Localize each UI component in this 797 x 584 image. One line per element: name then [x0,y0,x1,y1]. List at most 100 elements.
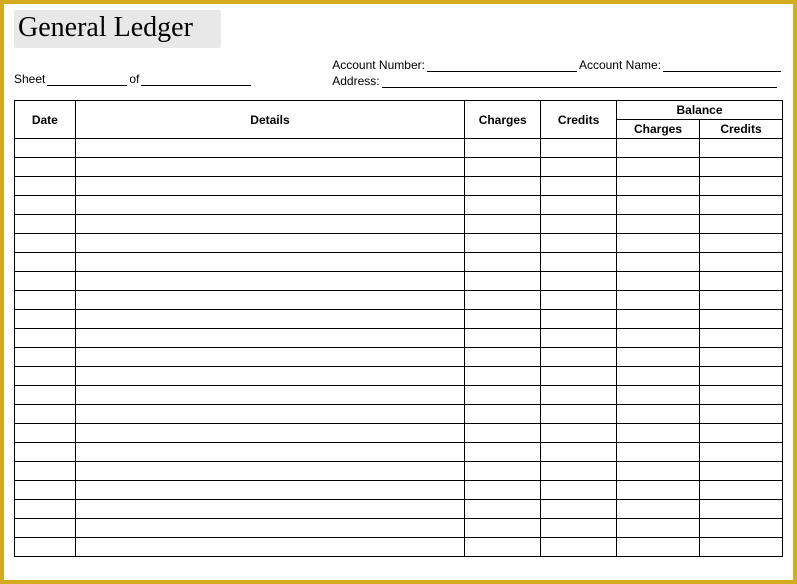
cell-date[interactable] [15,481,76,500]
cell-bal_credits[interactable] [699,234,782,253]
cell-bal_charges[interactable] [617,367,700,386]
cell-bal_charges[interactable] [617,310,700,329]
cell-details[interactable] [75,196,465,215]
cell-details[interactable] [75,348,465,367]
cell-date[interactable] [15,405,76,424]
cell-credits[interactable] [541,386,617,405]
cell-charges[interactable] [465,310,541,329]
cell-bal_charges[interactable] [617,215,700,234]
cell-charges[interactable] [465,443,541,462]
cell-credits[interactable] [541,443,617,462]
cell-charges[interactable] [465,500,541,519]
cell-details[interactable] [75,291,465,310]
account-number-line[interactable] [427,58,577,72]
cell-bal_charges[interactable] [617,519,700,538]
cell-bal_credits[interactable] [699,443,782,462]
cell-bal_charges[interactable] [617,443,700,462]
cell-charges[interactable] [465,272,541,291]
cell-date[interactable] [15,215,76,234]
cell-bal_credits[interactable] [699,481,782,500]
cell-credits[interactable] [541,519,617,538]
cell-bal_charges[interactable] [617,500,700,519]
cell-date[interactable] [15,291,76,310]
sheet-of-value-line[interactable] [141,72,251,86]
cell-date[interactable] [15,500,76,519]
cell-date[interactable] [15,462,76,481]
cell-credits[interactable] [541,500,617,519]
cell-charges[interactable] [465,234,541,253]
cell-bal_charges[interactable] [617,462,700,481]
cell-credits[interactable] [541,177,617,196]
cell-credits[interactable] [541,215,617,234]
cell-details[interactable] [75,272,465,291]
cell-details[interactable] [75,367,465,386]
cell-charges[interactable] [465,538,541,557]
cell-bal_credits[interactable] [699,310,782,329]
cell-bal_credits[interactable] [699,196,782,215]
cell-bal_credits[interactable] [699,215,782,234]
cell-date[interactable] [15,158,76,177]
cell-charges[interactable] [465,329,541,348]
cell-bal_charges[interactable] [617,291,700,310]
cell-bal_credits[interactable] [699,500,782,519]
cell-bal_charges[interactable] [617,158,700,177]
cell-date[interactable] [15,424,76,443]
cell-date[interactable] [15,310,76,329]
cell-bal_charges[interactable] [617,234,700,253]
cell-charges[interactable] [465,367,541,386]
cell-credits[interactable] [541,139,617,158]
cell-credits[interactable] [541,424,617,443]
address-line[interactable] [382,74,777,88]
cell-bal_credits[interactable] [699,139,782,158]
cell-credits[interactable] [541,272,617,291]
cell-bal_charges[interactable] [617,348,700,367]
cell-credits[interactable] [541,196,617,215]
cell-bal_credits[interactable] [699,424,782,443]
cell-charges[interactable] [465,291,541,310]
cell-credits[interactable] [541,367,617,386]
cell-date[interactable] [15,443,76,462]
cell-bal_credits[interactable] [699,329,782,348]
cell-charges[interactable] [465,139,541,158]
cell-details[interactable] [75,462,465,481]
cell-charges[interactable] [465,177,541,196]
cell-bal_credits[interactable] [699,462,782,481]
cell-bal_credits[interactable] [699,367,782,386]
cell-charges[interactable] [465,196,541,215]
cell-details[interactable] [75,405,465,424]
cell-charges[interactable] [465,386,541,405]
cell-bal_credits[interactable] [699,291,782,310]
cell-bal_charges[interactable] [617,177,700,196]
cell-credits[interactable] [541,253,617,272]
cell-bal_charges[interactable] [617,405,700,424]
cell-bal_charges[interactable] [617,424,700,443]
cell-details[interactable] [75,310,465,329]
cell-date[interactable] [15,386,76,405]
cell-date[interactable] [15,538,76,557]
cell-bal_credits[interactable] [699,348,782,367]
cell-details[interactable] [75,329,465,348]
cell-bal_credits[interactable] [699,158,782,177]
cell-charges[interactable] [465,253,541,272]
cell-bal_credits[interactable] [699,253,782,272]
cell-date[interactable] [15,367,76,386]
cell-charges[interactable] [465,424,541,443]
cell-charges[interactable] [465,481,541,500]
cell-charges[interactable] [465,519,541,538]
cell-credits[interactable] [541,348,617,367]
cell-details[interactable] [75,500,465,519]
cell-bal_credits[interactable] [699,538,782,557]
cell-charges[interactable] [465,215,541,234]
cell-credits[interactable] [541,158,617,177]
cell-credits[interactable] [541,481,617,500]
cell-details[interactable] [75,424,465,443]
cell-details[interactable] [75,519,465,538]
cell-bal_credits[interactable] [699,177,782,196]
cell-details[interactable] [75,177,465,196]
cell-bal_credits[interactable] [699,519,782,538]
cell-charges[interactable] [465,348,541,367]
sheet-value-line[interactable] [47,72,127,86]
cell-bal_charges[interactable] [617,329,700,348]
cell-details[interactable] [75,158,465,177]
cell-bal_charges[interactable] [617,272,700,291]
